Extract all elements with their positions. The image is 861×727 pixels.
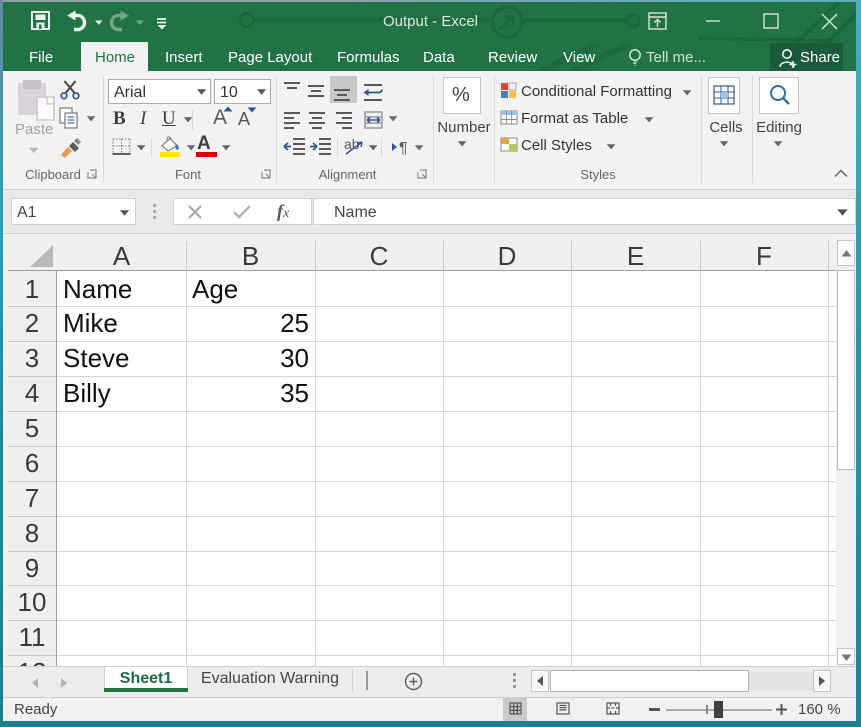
svg-text:¶: ¶	[399, 140, 408, 156]
